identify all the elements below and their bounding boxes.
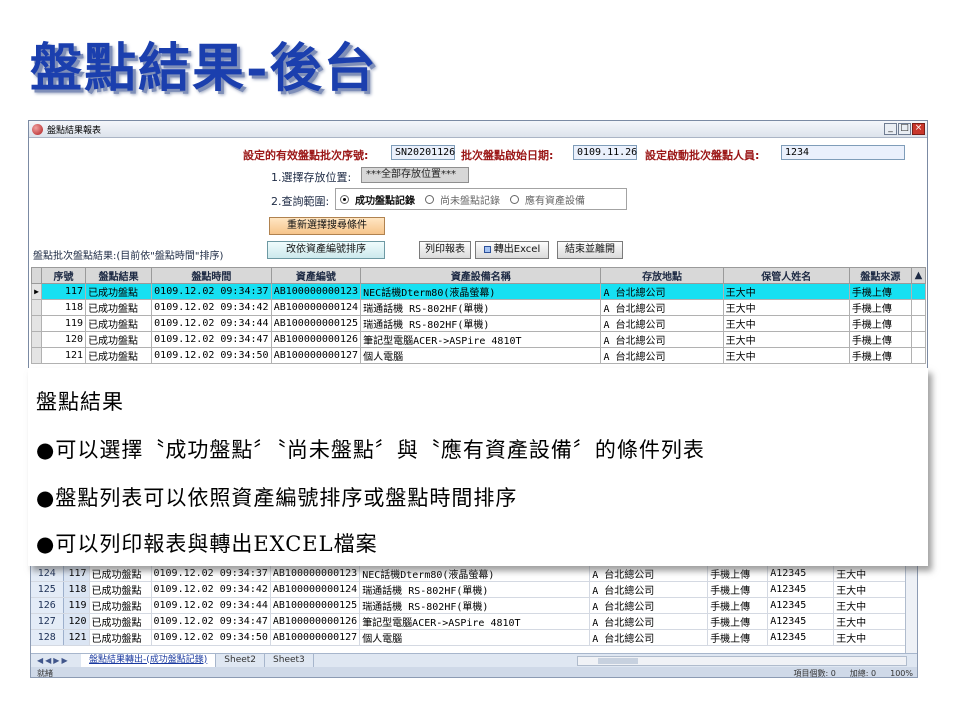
excel-status-bar: 就緒 項目個數: 0 加總: 0 100%: [31, 667, 917, 678]
excel-sheet-tabs: ◀◀▶▶ 盤點結果轉出-(成功盤點記錄) Sheet2 Sheet3: [31, 653, 917, 668]
col-seq[interactable]: 序號: [40, 267, 87, 284]
radio-success-icon[interactable]: [340, 194, 349, 204]
status-zoom[interactable]: 100%: [890, 669, 913, 678]
batch-user-field[interactable]: 1234: [781, 145, 905, 160]
close-icon[interactable]: ×: [912, 123, 925, 135]
radio-expected-label[interactable]: 應有資產設備: [525, 192, 585, 207]
table-row[interactable]: 120 已成功盤點 0109.12.02 09:34:47 AB10000000…: [31, 331, 927, 348]
col-source[interactable]: 盤點來源: [848, 267, 912, 284]
col-name[interactable]: 資產設備名稱: [360, 267, 602, 284]
sheet-tab-results[interactable]: 盤點結果轉出-(成功盤點記錄): [81, 653, 217, 668]
batch-label: 設定的有效盤點批次序號:: [243, 149, 369, 162]
current-row-icon: ▶: [31, 283, 42, 300]
table-row[interactable]: 121 已成功盤點 0109.12.02 09:34:50 AB10000000…: [31, 347, 927, 364]
inventory-report-window: 盤點結果報表 _ □ × 設定的有效盤點批次序號: SN20201126 批次盤…: [28, 120, 928, 370]
start-date-field[interactable]: 0109.11.26: [573, 145, 637, 160]
sheet-tab-sheet2[interactable]: Sheet2: [216, 653, 266, 668]
radio-pending-label[interactable]: 尚未盤點記錄: [440, 192, 500, 207]
radio-pending-icon[interactable]: [425, 194, 434, 204]
minimize-icon[interactable]: _: [884, 123, 897, 135]
excel-row[interactable]: 127 120 已成功盤點 0109.12.02 09:34:47 AB10000000…: [31, 613, 917, 630]
caption-bullet-3: ●可以列印報表與轉出EXCEL檔案: [36, 532, 378, 556]
sheet-nav-arrows-icon[interactable]: ◀◀▶▶: [31, 656, 81, 665]
location-label: 1.選擇存放位置:: [271, 171, 352, 184]
table-row[interactable]: ▶ 117 已成功盤點 0109.12.02 09:34:37 AB100000…: [31, 283, 927, 300]
exit-button[interactable]: 結束並離開: [557, 241, 623, 259]
sheet-tab-sheet3[interactable]: Sheet3: [265, 653, 314, 668]
grid-scroll-up-icon[interactable]: ▲: [910, 267, 927, 284]
caption-bullet-1: ●可以選擇〝成功盤點〞〝尚未盤點〞與〝應有資產設備〞的條件列表: [36, 438, 705, 462]
location-select[interactable]: ***全部存放位置***: [361, 167, 469, 183]
start-date-label: 批次盤點啟始日期:: [461, 149, 554, 162]
col-keeper[interactable]: 保管人姓名: [722, 267, 850, 284]
range-radio-group: 成功盤點記錄 尚未盤點記錄 應有資產設備: [335, 188, 627, 210]
table-row[interactable]: 119 已成功盤點 0109.12.02 09:34:44 AB10000000…: [31, 315, 927, 332]
excel-row[interactable]: 128 121 已成功盤點 0109.12.02 09:34:50 AB10000000…: [31, 629, 917, 646]
excel-row[interactable]: 126 119 已成功盤點 0109.12.02 09:34:44 AB10000000…: [31, 597, 917, 614]
radio-success-label[interactable]: 成功盤點記錄: [355, 192, 415, 207]
app-icon: [32, 123, 43, 135]
disk-icon: [483, 245, 491, 253]
reselect-button[interactable]: 重新選擇搜尋條件: [269, 217, 385, 235]
status-count: 項目個數: 0: [793, 668, 836, 678]
radio-expected-icon[interactable]: [510, 194, 519, 204]
scrollbar-thumb[interactable]: [598, 657, 638, 664]
excel-horizontal-scrollbar[interactable]: [577, 655, 907, 666]
col-code[interactable]: 資產編號: [270, 267, 362, 284]
row-selector-header: [31, 267, 42, 284]
excel-row[interactable]: 125 118 已成功盤點 0109.12.02 09:34:42 AB10000000…: [31, 581, 917, 598]
batch-field[interactable]: SN20201126: [391, 145, 455, 160]
col-location[interactable]: 存放地點: [600, 267, 724, 284]
table-row[interactable]: 118 已成功盤點 0109.12.02 09:34:42 AB10000000…: [31, 299, 927, 316]
status-ready: 就緒: [37, 668, 53, 678]
caption-bullet-2: ●盤點列表可以依照資產編號排序或盤點時間排序: [36, 486, 518, 510]
batch-user-label: 設定啟動批次盤點人員:: [645, 149, 760, 162]
col-result[interactable]: 盤點結果: [85, 267, 153, 284]
range-label: 2.查詢範圍:: [271, 195, 330, 208]
export-excel-button[interactable]: 轉出Excel: [475, 241, 549, 259]
window-titlebar: 盤點結果報表 _ □ ×: [29, 121, 927, 138]
col-time[interactable]: 盤點時間: [151, 267, 272, 284]
results-grid: 序號 盤點結果 盤點時間 資產編號 資產設備名稱 存放地點 保管人姓名 盤點來源…: [31, 267, 927, 364]
print-report-button[interactable]: 列印報表: [419, 241, 471, 259]
maximize-icon[interactable]: □: [898, 123, 911, 135]
export-excel-label: 轉出Excel: [493, 244, 541, 255]
status-sum: 加總: 0: [849, 668, 877, 678]
list-label: 盤點批次盤點結果:(目前依"盤點時間"排序): [33, 251, 224, 262]
excel-row[interactable]: 124 117 已成功盤點 0109.12.02 09:34:37 AB10000000…: [31, 565, 917, 582]
window-title: 盤點結果報表: [47, 125, 102, 136]
caption-heading: 盤點結果: [36, 390, 124, 414]
sort-by-code-button[interactable]: 改依資產編號排序: [267, 241, 385, 259]
slide-title: 盤點結果-後台: [30, 38, 378, 99]
caption-panel: 盤點結果 ●可以選擇〝成功盤點〞〝尚未盤點〞與〝應有資產設備〞的條件列表 ●盤點…: [28, 368, 928, 566]
